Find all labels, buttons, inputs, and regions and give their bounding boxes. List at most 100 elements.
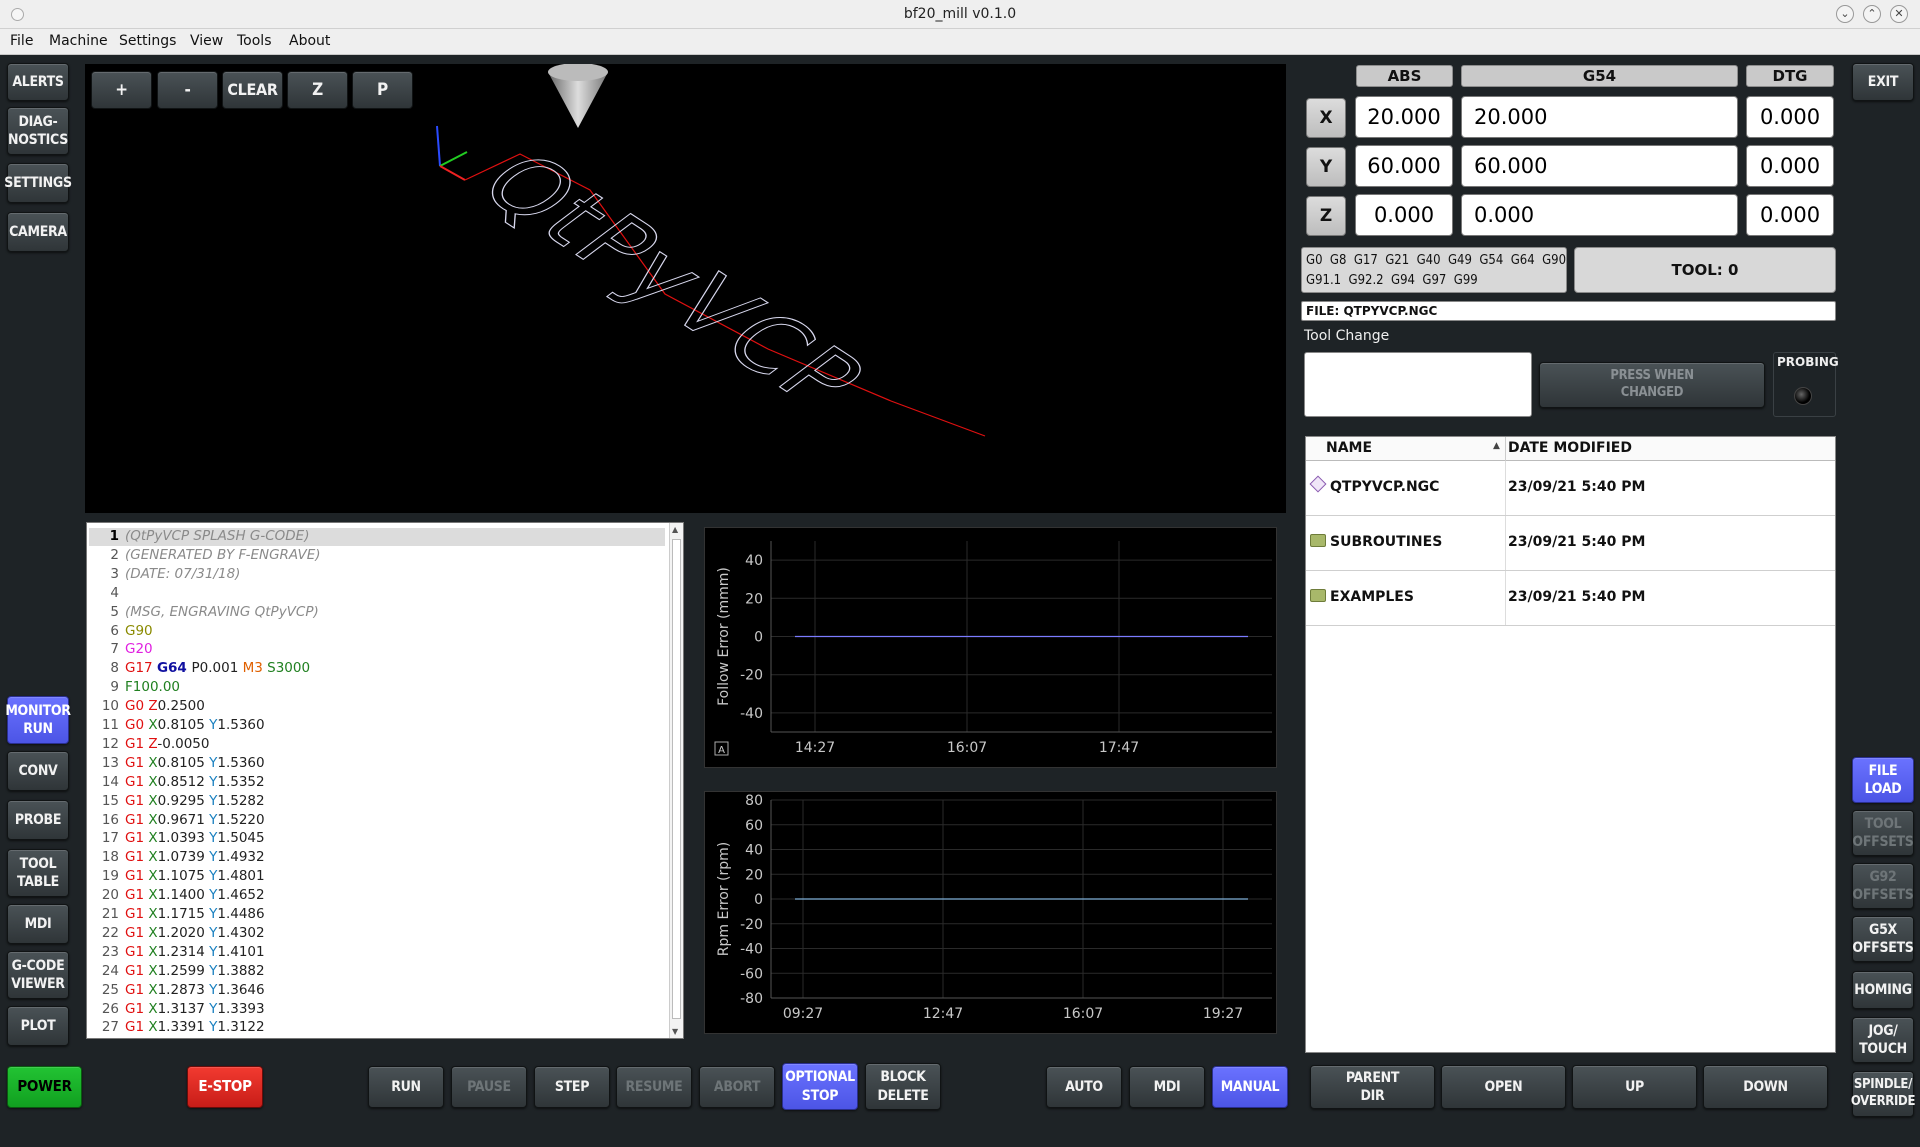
tool-table-button[interactable]: TOOL TABLE <box>7 849 69 897</box>
gcode-viewer-button[interactable]: G-CODE VIEWER <box>7 951 69 999</box>
column-name-header[interactable]: NAME <box>1326 440 1372 456</box>
file-row[interactable]: QTPYVCP.NGC 23/09/21 5:40 PM <box>1306 461 1835 516</box>
editor-scrollbar[interactable]: ▲ ▼ <box>669 523 683 1038</box>
gcode-line[interactable]: G0 X0.8105 Y1.5360 <box>125 717 265 733</box>
gcode-line[interactable]: G1 X1.1075 Y1.4801 <box>125 868 265 884</box>
gcode-line[interactable]: G90 <box>125 623 153 639</box>
diagnostics-button[interactable]: DIAG- NOSTICS <box>7 107 69 155</box>
maximize-icon[interactable]: ⌃ <box>1863 5 1881 23</box>
g92-offsets-button[interactable]: G92 OFFSETS <box>1852 863 1914 909</box>
power-button[interactable]: POWER <box>7 1066 82 1108</box>
column-date-header[interactable]: DATE MODIFIED <box>1508 440 1632 456</box>
camera-button[interactable]: CAMERA <box>7 212 69 252</box>
menu-machine[interactable]: Machine <box>49 33 108 49</box>
abort-button[interactable]: ABORT <box>699 1066 775 1108</box>
gcode-line[interactable]: (QtPyVCP SPLASH G-CODE) <box>125 528 309 544</box>
estop-button[interactable]: E-STOP <box>187 1066 263 1108</box>
menu-about[interactable]: About <box>289 33 330 49</box>
pause-button[interactable]: PAUSE <box>451 1066 527 1108</box>
gcode-line[interactable]: G1 X1.2599 Y1.3882 <box>125 963 265 979</box>
monitor-run-button[interactable]: MONITOR RUN <box>5 696 71 744</box>
gcode-editor[interactable]: 1 (QtPyVCP SPLASH G-CODE) 2 (GENERATED BY F… <box>86 522 684 1039</box>
gcode-line[interactable]: G1 X1.1400 Y1.4652 <box>125 887 265 903</box>
gcode-line[interactable]: G1 X0.8105 Y1.5360 <box>125 755 265 771</box>
y-abs-value: 60.000 <box>1355 145 1453 187</box>
menu-settings[interactable]: Settings <box>119 33 176 49</box>
folder-icon <box>1310 534 1326 547</box>
gcode-line[interactable]: (MSG, ENGRAVING QtPyVCP) <box>125 604 319 620</box>
clear-button[interactable]: CLEAR <box>222 71 283 109</box>
exit-button[interactable]: EXIT <box>1852 63 1914 101</box>
menu-view[interactable]: View <box>190 33 223 49</box>
folder-row[interactable]: SUBROUTINES 23/09/21 5:40 PM <box>1306 516 1835 571</box>
gcode-line[interactable]: G1 X1.0393 Y1.5045 <box>125 830 265 846</box>
zoom-out-button[interactable]: - <box>157 71 218 109</box>
axis-x-button[interactable]: X <box>1306 98 1346 138</box>
axis-y-button[interactable]: Y <box>1306 147 1346 187</box>
gcode-line[interactable]: G0 Z0.2500 <box>125 698 205 714</box>
gcode-line[interactable]: G1 X1.2314 Y1.4101 <box>125 944 265 960</box>
probe-button[interactable]: PROBE <box>7 800 69 840</box>
press-when-changed-button[interactable]: PRESS WHEN CHANGED <box>1539 362 1765 408</box>
alerts-button[interactable]: ALERTS <box>7 63 69 101</box>
x-g54-value: 20.000 <box>1461 96 1738 138</box>
optional-stop-button[interactable]: OPTIONAL STOP <box>782 1063 858 1110</box>
menu-file[interactable]: File <box>10 33 33 49</box>
mode-mdi-button[interactable]: MDI <box>1129 1066 1205 1108</box>
tool-offsets-button[interactable]: TOOL OFFSETS <box>1852 810 1914 856</box>
mode-manual-button[interactable]: MANUAL <box>1212 1066 1288 1108</box>
g5x-offsets-button[interactable]: G5X OFFSETS <box>1852 916 1914 962</box>
close-icon[interactable]: ✕ <box>1890 5 1908 23</box>
conv-button[interactable]: CONV <box>7 751 69 791</box>
resume-button[interactable]: RESUME <box>616 1066 692 1108</box>
gcode-line[interactable]: G17 G64 P0.001 M3 S3000 <box>125 660 310 676</box>
zoom-in-button[interactable]: + <box>91 71 152 109</box>
gcode-line[interactable]: G1 Z-0.0050 <box>125 736 209 752</box>
window-title: bf20_mill v0.1.0 <box>903 6 1017 22</box>
view-z-button[interactable]: Z <box>287 71 348 109</box>
plot-button[interactable]: PLOT <box>7 1006 69 1046</box>
gcode-line[interactable]: G1 X1.3137 Y1.3393 <box>125 1001 265 1017</box>
block-delete-button[interactable]: BLOCK DELETE <box>865 1063 941 1110</box>
settings-button[interactable]: SETTINGS <box>4 163 72 203</box>
gcode-line[interactable]: G1 X1.1715 Y1.4486 <box>125 906 265 922</box>
run-button[interactable]: RUN <box>368 1066 444 1108</box>
gcode-line[interactable]: (DATE: 07/31/18) <box>125 566 240 582</box>
menu-bar: File Machine Settings View Tools About <box>0 29 1920 55</box>
file-browser[interactable]: NAME ▲ DATE MODIFIED QTPYVCP.NGC 23/09/2… <box>1305 436 1836 1053</box>
sort-ascending-icon: ▲ <box>1493 441 1500 451</box>
file-load-button[interactable]: FILE LOAD <box>1852 757 1914 803</box>
line-number: 21 <box>101 906 119 922</box>
jog-touch-button[interactable]: JOG/ TOUCH <box>1852 1017 1914 1063</box>
gcode-line[interactable]: G1 X1.2020 Y1.4302 <box>125 925 265 941</box>
gcode-line[interactable]: G20 <box>125 641 153 657</box>
scrollbar-thumb[interactable] <box>672 539 681 1019</box>
gcode-line[interactable]: G1 X0.9295 Y1.5282 <box>125 793 265 809</box>
menu-tools[interactable]: Tools <box>237 33 272 49</box>
step-button[interactable]: STEP <box>534 1066 610 1108</box>
minimize-icon[interactable]: ⌄ <box>1836 5 1854 23</box>
spindle-override-button[interactable]: SPINDLE/ OVERRIDE <box>1851 1071 1915 1117</box>
parent-dir-button[interactable]: PARENT DIR <box>1310 1065 1435 1109</box>
mdi-side-button[interactable]: MDI <box>7 904 69 944</box>
folder-row[interactable]: EXAMPLES 23/09/21 5:40 PM <box>1306 571 1835 626</box>
up-button[interactable]: UP <box>1572 1065 1697 1109</box>
gcode-line[interactable]: G1 X1.0739 Y1.4932 <box>125 849 265 865</box>
down-button[interactable]: DOWN <box>1703 1065 1828 1109</box>
scroll-down-icon[interactable]: ▼ <box>672 1027 678 1036</box>
gcode-line[interactable]: G1 X1.3391 Y1.3122 <box>125 1019 265 1035</box>
open-button[interactable]: OPEN <box>1441 1065 1566 1109</box>
axis-z-button[interactable]: Z <box>1306 196 1346 236</box>
gcode-line[interactable]: G1 X0.9671 Y1.5220 <box>125 812 265 828</box>
view-p-button[interactable]: P <box>352 71 413 109</box>
tool-change-info-box <box>1304 352 1532 417</box>
gcode-backplot-viewport[interactable]: QtPyVCP + - CLEAR Z P <box>85 63 1286 513</box>
gcode-line[interactable]: F100.00 <box>125 679 180 695</box>
homing-button[interactable]: HOMING <box>1852 971 1914 1009</box>
mode-auto-button[interactable]: AUTO <box>1046 1066 1122 1108</box>
gcode-line[interactable]: G1 X1.2873 Y1.3646 <box>125 982 265 998</box>
x-tick-label: 14:27 <box>795 740 835 756</box>
gcode-line[interactable]: (GENERATED BY F-ENGRAVE) <box>125 547 321 563</box>
scroll-up-icon[interactable]: ▲ <box>672 525 678 534</box>
gcode-line[interactable]: G1 X0.8512 Y1.5352 <box>125 774 265 790</box>
